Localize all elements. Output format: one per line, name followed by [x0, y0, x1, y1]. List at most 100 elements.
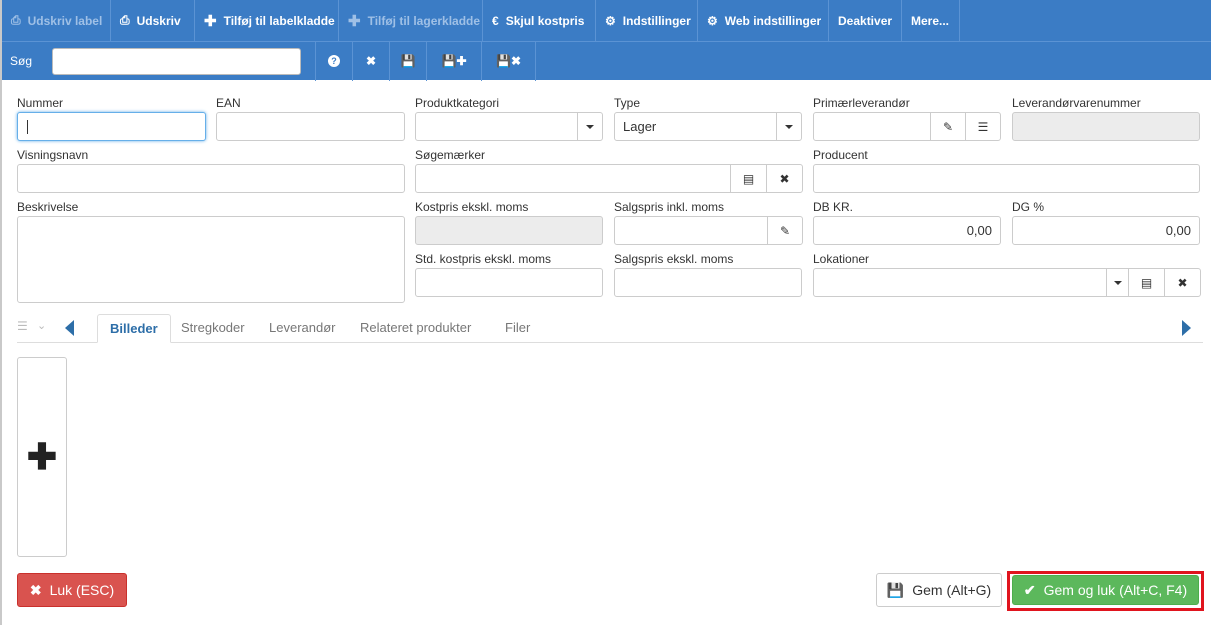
db-kr-input[interactable]: 0,00: [813, 216, 1001, 245]
producent-input[interactable]: [813, 164, 1200, 193]
dropdown-toggle[interactable]: [1106, 269, 1128, 296]
add-image-button[interactable]: ✚: [17, 357, 67, 557]
save-search-button[interactable]: 💾: [389, 41, 426, 81]
produktkategori-select[interactable]: [415, 112, 603, 141]
add-to-labeldraft-button[interactable]: ✚ Tilføj til labelkladde: [195, 0, 339, 41]
scroll-left-icon[interactable]: [65, 320, 74, 336]
salgspris-ekskl-label: Salgspris ekskl. moms: [614, 252, 734, 266]
std-kostpris-input[interactable]: [415, 268, 603, 297]
lokationer-label: Lokationer: [813, 252, 870, 266]
visningsnavn-input[interactable]: [17, 164, 405, 193]
kostpris-input: [415, 216, 603, 245]
sogemaerker-input[interactable]: [415, 164, 731, 193]
settings-text: Indstillinger: [622, 13, 691, 28]
salgspris-inkl-input[interactable]: [614, 216, 768, 245]
more-text: Mere...: [911, 13, 950, 28]
tab-billeder[interactable]: Billeder: [97, 314, 171, 343]
kostpris-label: Kostpris ekskl. moms: [415, 200, 529, 214]
db-kr-label: DB KR.: [813, 200, 854, 214]
product-editor: ⎙ Udskriv label ⎙ Udskriv ✚ Tilføj til labe…: [0, 0, 1211, 625]
hide-costprice-text: Skjul kostpris: [505, 13, 585, 28]
plus-icon: ✚: [26, 436, 58, 477]
gear-icon: ⚙: [707, 13, 718, 28]
deactivate-button[interactable]: Deaktiver: [829, 0, 902, 41]
tab-leverandor[interactable]: Leverandør: [257, 314, 347, 343]
list-supplier-button[interactable]: ☰: [965, 112, 1001, 141]
dropdown-toggle[interactable]: [577, 113, 602, 140]
add-to-stockdraft-button[interactable]: ✚ Tilføj til lagerkladde: [339, 0, 483, 41]
deactivate-text: Deaktiver: [838, 13, 893, 28]
ean-label: EAN: [216, 96, 241, 110]
settings-button[interactable]: ⚙ Indstillinger: [596, 0, 698, 41]
save-new-icon: 💾✚: [441, 54, 467, 68]
leverandorvarenummer-input: [1012, 112, 1200, 141]
beskrivelse-textarea[interactable]: [17, 216, 405, 303]
tab-relateret-produkter[interactable]: Relateret produkter: [348, 314, 483, 343]
lokationer-list-button[interactable]: ▤: [1128, 268, 1165, 297]
salgspris-ekskl-input[interactable]: [614, 268, 802, 297]
tab-filer[interactable]: Filer: [493, 314, 542, 343]
dg-pct-input[interactable]: 0,00: [1012, 216, 1200, 245]
nummer-input[interactable]: [17, 112, 206, 141]
help-button[interactable]: ?: [315, 41, 352, 81]
search-bar: Søg ? ✖ 💾 💾✚ 💾✖: [2, 41, 1211, 81]
close-button-label: Luk (ESC): [49, 582, 115, 598]
print-label-button[interactable]: ⎙ Udskriv label: [2, 0, 111, 41]
save-new-search-button[interactable]: 💾✚: [426, 41, 481, 81]
nummer-label: Nummer: [17, 96, 64, 110]
beskrivelse-label: Beskrivelse: [17, 200, 79, 214]
salgspris-edit-button[interactable]: ✎: [767, 216, 803, 245]
add-to-stockdraft-text: Tilføj til lagerkladde: [367, 13, 481, 28]
clear-search-button[interactable]: ✖: [352, 41, 389, 81]
list-icon[interactable]: ☰: [17, 319, 28, 333]
tab-stregkoder[interactable]: Stregkoder: [169, 314, 257, 343]
chevron-down-icon: [586, 124, 594, 129]
primaerleverandor-label: Primærleverandør: [813, 96, 910, 110]
plus-icon: ✚: [348, 12, 361, 30]
main-toolbar: ⎙ Udskriv label ⎙ Udskriv ✚ Tilføj til labe…: [2, 0, 1211, 41]
search-input[interactable]: [52, 47, 301, 75]
chevron-down-icon: [1113, 280, 1122, 285]
hide-costprice-button[interactable]: € Skjul kostpris: [483, 0, 596, 41]
text-caret: [27, 120, 28, 134]
save-and-close-button[interactable]: ✔ Gem og luk (Alt+C, F4): [1012, 575, 1199, 605]
lokationer-select[interactable]: [813, 268, 1129, 297]
close-button[interactable]: ✖ Luk (ESC): [17, 573, 127, 607]
lokationer-clear-button[interactable]: ✖: [1164, 268, 1201, 297]
save-delete-search-button[interactable]: 💾✖: [481, 41, 536, 81]
print-icon: ⎙: [120, 13, 130, 27]
list-alt-icon: ▤: [742, 171, 755, 186]
plus-icon: ✚: [204, 12, 217, 30]
produktkategori-label: Produktkategori: [415, 96, 500, 110]
scroll-right-icon[interactable]: [1182, 320, 1191, 336]
edit-icon: ✎: [779, 223, 791, 238]
sogemaerker-clear-button[interactable]: ✖: [766, 164, 803, 193]
type-select[interactable]: Lager: [614, 112, 802, 141]
euro-icon: €: [492, 13, 499, 28]
print-label-text: Udskriv label: [27, 13, 103, 28]
web-settings-button[interactable]: ⚙ Web indstillinger: [698, 0, 829, 41]
save-icon: 💾: [886, 581, 905, 598]
save-delete-icon: 💾✖: [496, 54, 521, 68]
primaerleverandor-input[interactable]: [813, 112, 931, 141]
chevron-down-icon: [785, 124, 793, 129]
edit-supplier-button[interactable]: ✎: [930, 112, 966, 141]
visningsnavn-label: Visningsnavn: [17, 148, 89, 162]
ean-input[interactable]: [216, 112, 405, 141]
list-icon: ☰: [977, 119, 989, 134]
print-button[interactable]: ⎙ Udskriv: [111, 0, 195, 41]
save-button-label: Gem (Alt+G): [912, 582, 992, 598]
chevron-down-icon[interactable]: ⌄: [37, 319, 46, 332]
save-button[interactable]: 💾 Gem (Alt+G): [876, 573, 1002, 607]
type-value: Lager: [623, 119, 657, 134]
close-icon: ✖: [1177, 275, 1188, 290]
dropdown-toggle[interactable]: [776, 113, 801, 140]
print-text: Udskriv: [136, 13, 181, 28]
save-icon: 💾: [400, 54, 416, 68]
sogemaerker-list-button[interactable]: ▤: [730, 164, 767, 193]
add-to-labeldraft-text: Tilføj til labelkladde: [223, 13, 335, 28]
producent-label: Producent: [813, 148, 868, 162]
std-kostpris-label: Std. kostpris ekskl. moms: [415, 252, 552, 266]
more-button[interactable]: Mere...: [902, 0, 960, 41]
check-icon: ✔: [1023, 581, 1036, 598]
